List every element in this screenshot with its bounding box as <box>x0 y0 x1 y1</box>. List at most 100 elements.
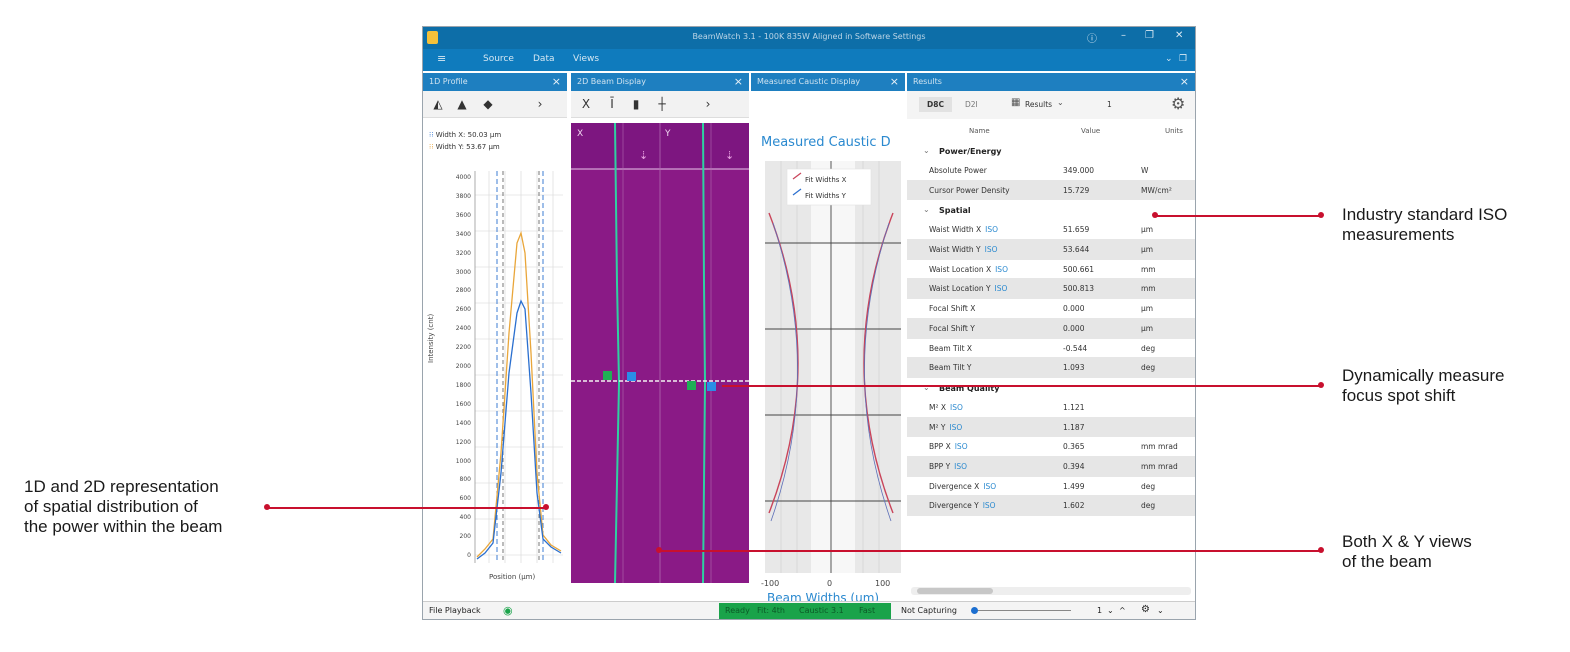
table-row[interactable]: Divergence X ISO 1.499 deg <box>907 477 1195 497</box>
row-name: Cursor Power Density <box>929 186 1010 195</box>
status-gear-chevron-icon[interactable]: ⌄ <box>1157 606 1164 615</box>
close-icon[interactable]: ✕ <box>1175 30 1183 41</box>
row-value: 349.000 <box>1063 166 1095 175</box>
row-name-text: Waist Width X <box>929 225 982 235</box>
results-panel-header: Results × <box>907 73 1195 91</box>
beam-crosshair-icon[interactable]: ┼ <box>653 95 671 113</box>
table-row[interactable]: BPP Y ISO 0.394 mm mrad <box>907 456 1195 477</box>
status-green-4: Fast <box>859 606 876 615</box>
annotation-views-dot-end <box>1318 547 1324 553</box>
row-name-text: Beam Tilt Y <box>929 363 972 373</box>
svg-text:⇣: ⇣ <box>639 149 648 162</box>
results-section[interactable]: ⌄ Beam Quality <box>907 378 1195 398</box>
beam-y-cursor-icon[interactable]: Ī <box>603 95 621 113</box>
results-dropdown[interactable]: Results <box>1025 100 1052 109</box>
row-value: 53.644 <box>1063 245 1090 255</box>
menu-views[interactable]: Views <box>573 54 599 64</box>
annotation-iso-line2: measurements <box>1342 225 1455 244</box>
table-row[interactable]: Waist Width X ISO 51.659 µm <box>907 220 1195 241</box>
minimize-icon[interactable]: – <box>1121 30 1126 41</box>
row-unit: µm <box>1141 323 1154 333</box>
row-name: Beam Tilt Y <box>929 363 971 372</box>
gear-icon[interactable]: ⚙ <box>1171 94 1185 113</box>
capture-slider-handle[interactable] <box>971 607 978 614</box>
caustic-panel: Measured Caustic Display × Measured Caus… <box>751 73 905 601</box>
beam2d-close-icon[interactable]: × <box>734 75 743 88</box>
row-name-text: Waist Location X <box>929 264 992 274</box>
row-name: Absolute Power <box>929 166 987 175</box>
table-row[interactable]: BPP X ISO 0.365 mm mrad <box>907 437 1195 457</box>
results-close-icon[interactable]: × <box>1180 75 1189 88</box>
status-gear-icon[interactable]: ⚙ <box>1141 604 1150 615</box>
row-value: 1.093 <box>1063 363 1085 373</box>
annotation-focus-line1: Dynamically measure <box>1342 366 1505 385</box>
results-table-icon[interactable]: ▦ <box>1011 97 1020 108</box>
beam2d-toolbar: Ⅹ Ī ▮ ┼ › <box>571 91 749 118</box>
section-collapse-icon[interactable]: ⌄ <box>923 205 930 214</box>
table-row[interactable]: M² X ISO 1.121 <box>907 398 1195 418</box>
table-row[interactable]: Waist Width Y ISO 53.644 µm <box>907 240 1195 260</box>
results-scrollbar[interactable] <box>911 587 1191 595</box>
section-collapse-icon[interactable]: ⌄ <box>923 146 930 155</box>
results-tab-d2i[interactable]: D2I <box>965 100 978 109</box>
row-value: 1.602 <box>1063 501 1085 511</box>
row-name-text: BPP X <box>929 442 951 452</box>
restore-icon[interactable]: ❐ <box>1179 54 1187 64</box>
iso-badge: ISO <box>984 245 998 255</box>
row-name-text: Beam Tilt X <box>929 343 973 353</box>
row-name: BPP Y ISO <box>929 462 967 471</box>
results-section[interactable]: ⌄ Power/Energy <box>907 141 1195 161</box>
beam-x-cursor-icon[interactable]: Ⅹ <box>577 95 595 113</box>
menu-data[interactable]: Data <box>533 54 555 64</box>
table-row[interactable]: Focal Shift Y 0.000 µm <box>907 318 1195 339</box>
annotation-focus-dot <box>1318 382 1324 388</box>
row-value: -0.544 <box>1063 343 1088 353</box>
row-name: Waist Width X ISO <box>929 225 998 234</box>
chevron-down-icon[interactable]: ⌄ <box>1165 54 1173 64</box>
table-row[interactable]: Focal Shift X 0.000 µm <box>907 299 1195 319</box>
row-name-text: Waist Width Y <box>929 245 981 255</box>
capture-slider[interactable] <box>975 610 1071 611</box>
table-row[interactable]: Divergence Y ISO 1.602 deg <box>907 496 1195 516</box>
table-row[interactable]: Waist Location X ISO 500.661 mm <box>907 260 1195 280</box>
hamburger-icon[interactable]: ≡ <box>437 52 446 65</box>
row-name: Focal Shift X <box>929 304 975 313</box>
results-panel: Results × D8C D2I ▦ Results ⌄ 1 ⚙ Name V… <box>907 73 1195 601</box>
row-name: Beam Tilt X <box>929 344 972 353</box>
beam2d-panel-title: 2D Beam Display <box>577 77 646 86</box>
row-unit: µm <box>1141 245 1154 255</box>
annotation-representation: 1D and 2D representation of spatial dist… <box>24 477 222 537</box>
row-value: 0.000 <box>1063 323 1085 333</box>
row-name-text: M² X <box>929 402 946 412</box>
row-value: 0.394 <box>1063 461 1085 471</box>
table-row[interactable]: Beam Tilt X -0.544 deg <box>907 339 1195 359</box>
status-count: 1 <box>1097 606 1103 615</box>
results-tab-d8c[interactable]: D8C <box>919 97 952 112</box>
table-row[interactable]: Cursor Power Density 15.729 MW/cm² <box>907 180 1195 201</box>
annotation-repr-leader <box>268 507 546 509</box>
caustic-x-tick-right: 100 <box>875 579 891 588</box>
table-row[interactable]: M² Y ISO 1.187 <box>907 417 1195 438</box>
chevron-down-icon[interactable]: ⌄ <box>1107 606 1114 615</box>
iso-badge: ISO <box>985 225 999 235</box>
results-toolbar: D8C D2I ▦ Results ⌄ 1 ⚙ <box>907 91 1195 119</box>
row-unit: mm mrad <box>1141 461 1178 471</box>
annotation-views-leader <box>660 550 1322 552</box>
results-dropdown-chevron-icon[interactable]: ⌄ <box>1057 98 1064 107</box>
menu-source[interactable]: Source <box>483 54 514 64</box>
beam2d-image: ⇣ ⇣ <box>571 123 749 583</box>
annotation-iso-dot-end <box>1318 212 1324 218</box>
row-unit: µm <box>1141 225 1154 235</box>
row-name-text: Focal Shift Y <box>929 323 975 333</box>
results-scroll-thumb[interactable] <box>917 588 993 594</box>
results-section[interactable]: ⌄ Spatial <box>907 200 1195 220</box>
help-icon[interactable]: ⓘ <box>1087 30 1097 45</box>
chevron-up-icon[interactable]: ^ <box>1119 606 1126 615</box>
table-row[interactable]: Absolute Power 349.000 W <box>907 161 1195 181</box>
table-row[interactable]: Waist Location Y ISO 500.813 mm <box>907 279 1195 300</box>
table-row[interactable]: Beam Tilt Y 1.093 deg <box>907 358 1195 378</box>
maximize-icon[interactable]: ❐ <box>1145 30 1154 41</box>
beam-bar-icon[interactable]: ▮ <box>627 95 645 113</box>
row-unit: mm <box>1141 284 1156 294</box>
beam2d-more-icon[interactable]: › <box>699 95 717 113</box>
